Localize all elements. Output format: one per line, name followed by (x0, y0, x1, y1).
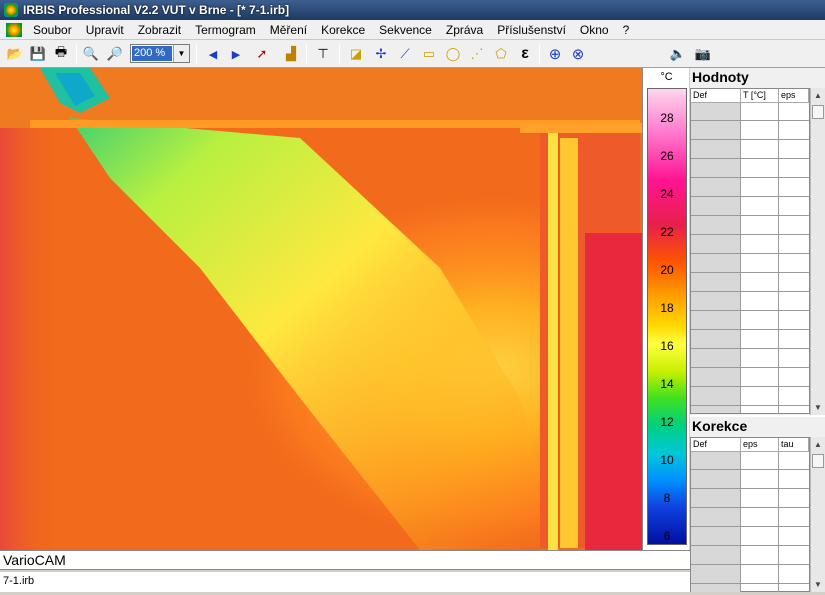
menu-soubor[interactable]: Soubor (26, 20, 79, 40)
histogram-icon[interactable]: ▟ (280, 43, 302, 65)
scale-tick: 26 (660, 149, 674, 163)
scale-tick: 18 (660, 301, 674, 315)
point-icon[interactable]: ✢ (370, 43, 392, 65)
menu-mereni[interactable]: Měření (263, 20, 314, 40)
toolbar-separator (306, 44, 307, 64)
file-name: 7-1.irb (0, 571, 690, 592)
temperature-scale: °C 28 26 24 22 20 18 16 14 12 10 8 6 (642, 68, 689, 550)
column-header[interactable]: eps (741, 438, 779, 451)
values-grid-header: Def T [°C] eps (691, 89, 809, 103)
menu-bar: Soubor Upravit Zobrazit Termogram Měření… (0, 20, 825, 40)
scroll-up-icon[interactable]: ▲ (811, 437, 825, 452)
corrections-scrollbar[interactable]: ▲ ▼ (810, 437, 825, 592)
menu-korekce[interactable]: Korekce (314, 20, 372, 40)
polyline-tool-icon[interactable]: ⋰ (466, 43, 488, 65)
camera-icon[interactable]: 📷 (692, 43, 714, 65)
values-panel: Hodnoty Def T [°C] eps ▲ ▼ (690, 68, 825, 415)
menu-okno[interactable]: Okno (573, 20, 616, 40)
toolbar-separator (196, 44, 197, 64)
magnify-area-icon[interactable]: ⊗ (567, 43, 589, 65)
menu-zobrazit[interactable]: Zobrazit (131, 20, 188, 40)
title-bar: IRBIS Professional V2.2 VUT v Brne - [* … (0, 0, 825, 20)
menu-sekvence[interactable]: Sekvence (372, 20, 439, 40)
scale-tick: 6 (663, 529, 671, 543)
zoom-select[interactable]: 200 % ▼ (130, 44, 190, 63)
ellipse-tool-icon[interactable]: ◯ (442, 43, 464, 65)
magnify-icon[interactable]: ⊕ (544, 43, 566, 65)
scale-tick: 22 (660, 225, 674, 239)
toolbar: 📂 💾 🖶 🔍 🔎 200 % ▼ ◀ ▶ ➚ ▟ ⊤ ◪ ✢ ⟋ ▭ ◯ ⋰ … (0, 40, 825, 68)
cursor-icon[interactable]: ➚ (251, 43, 273, 65)
app-icon (4, 3, 18, 17)
menu-prislusenstvi[interactable]: Příslušenství (490, 20, 573, 40)
area-icon[interactable]: ◪ (345, 43, 367, 65)
corrections-grid[interactable]: Def eps tau (690, 437, 810, 592)
toolbar-separator (339, 44, 340, 64)
window-title: IRBIS Professional V2.2 VUT v Brne - [* … (23, 3, 290, 17)
column-header[interactable]: tau (779, 438, 809, 451)
scroll-up-icon[interactable]: ▲ (811, 88, 825, 103)
scale-tick: 24 (660, 187, 674, 201)
values-scrollbar[interactable]: ▲ ▼ (810, 88, 825, 415)
polygon-tool-icon[interactable]: ⬠ (490, 43, 512, 65)
scale-tick: 20 (660, 263, 674, 277)
menu-upravit[interactable]: Upravit (79, 20, 131, 40)
corrections-grid-header: Def eps tau (691, 438, 809, 452)
toolbar-separator (76, 44, 77, 64)
scale-tick: 28 (660, 111, 674, 125)
scale-unit: °C (660, 71, 673, 83)
scroll-down-icon[interactable]: ▼ (811, 400, 825, 415)
thermogram-image[interactable] (0, 68, 642, 550)
next-icon[interactable]: ▶ (225, 43, 247, 65)
scale-tick: 10 (660, 453, 674, 467)
scale-tick: 16 (660, 339, 674, 353)
camera-name: VarioCAM (0, 550, 690, 570)
corrections-panel-title: Korekce (692, 418, 748, 434)
scale-tick: 8 (663, 491, 671, 505)
chevron-down-icon[interactable]: ▼ (173, 45, 189, 62)
sound-icon[interactable]: 🔈 (667, 43, 689, 65)
corrections-grid-rows[interactable] (691, 452, 809, 592)
menu-zprava[interactable]: Zpráva (439, 20, 490, 40)
zoom-value: 200 % (132, 46, 172, 61)
column-header[interactable]: T [°C] (741, 89, 779, 102)
toolbar-separator (539, 44, 540, 64)
epsilon-icon[interactable]: ε (514, 43, 536, 65)
line-icon[interactable]: ⟋ (394, 43, 416, 65)
zoom-in-icon[interactable]: 🔍 (80, 43, 102, 65)
scale-tick: 12 (660, 415, 674, 429)
scale-tick: 14 (660, 377, 674, 391)
column-header[interactable]: eps (779, 89, 809, 102)
menu-help[interactable]: ? (616, 20, 637, 40)
column-header[interactable]: Def (691, 438, 741, 451)
values-grid[interactable]: Def T [°C] eps (690, 88, 810, 414)
values-grid-rows[interactable] (691, 103, 809, 413)
save-icon[interactable]: 💾 (27, 43, 49, 65)
scroll-down-icon[interactable]: ▼ (811, 577, 825, 592)
menu-termogram[interactable]: Termogram (188, 20, 263, 40)
scroll-thumb[interactable] (812, 454, 824, 468)
zoom-out-icon[interactable]: 🔎 (104, 43, 126, 65)
prev-icon[interactable]: ◀ (202, 43, 224, 65)
open-icon[interactable]: 📂 (4, 43, 26, 65)
thermogram-graphic (0, 68, 642, 550)
scroll-thumb[interactable] (812, 105, 824, 119)
rect-tool-icon[interactable]: ▭ (418, 43, 440, 65)
print-icon[interactable]: 🖶 (50, 43, 72, 65)
column-header[interactable]: Def (691, 89, 741, 102)
corrections-panel: Korekce Def eps tau ▲ ▼ (690, 415, 825, 592)
values-panel-title: Hodnoty (692, 69, 749, 85)
isotherm-icon[interactable]: ⊤ (312, 43, 334, 65)
document-icon[interactable] (6, 22, 22, 37)
